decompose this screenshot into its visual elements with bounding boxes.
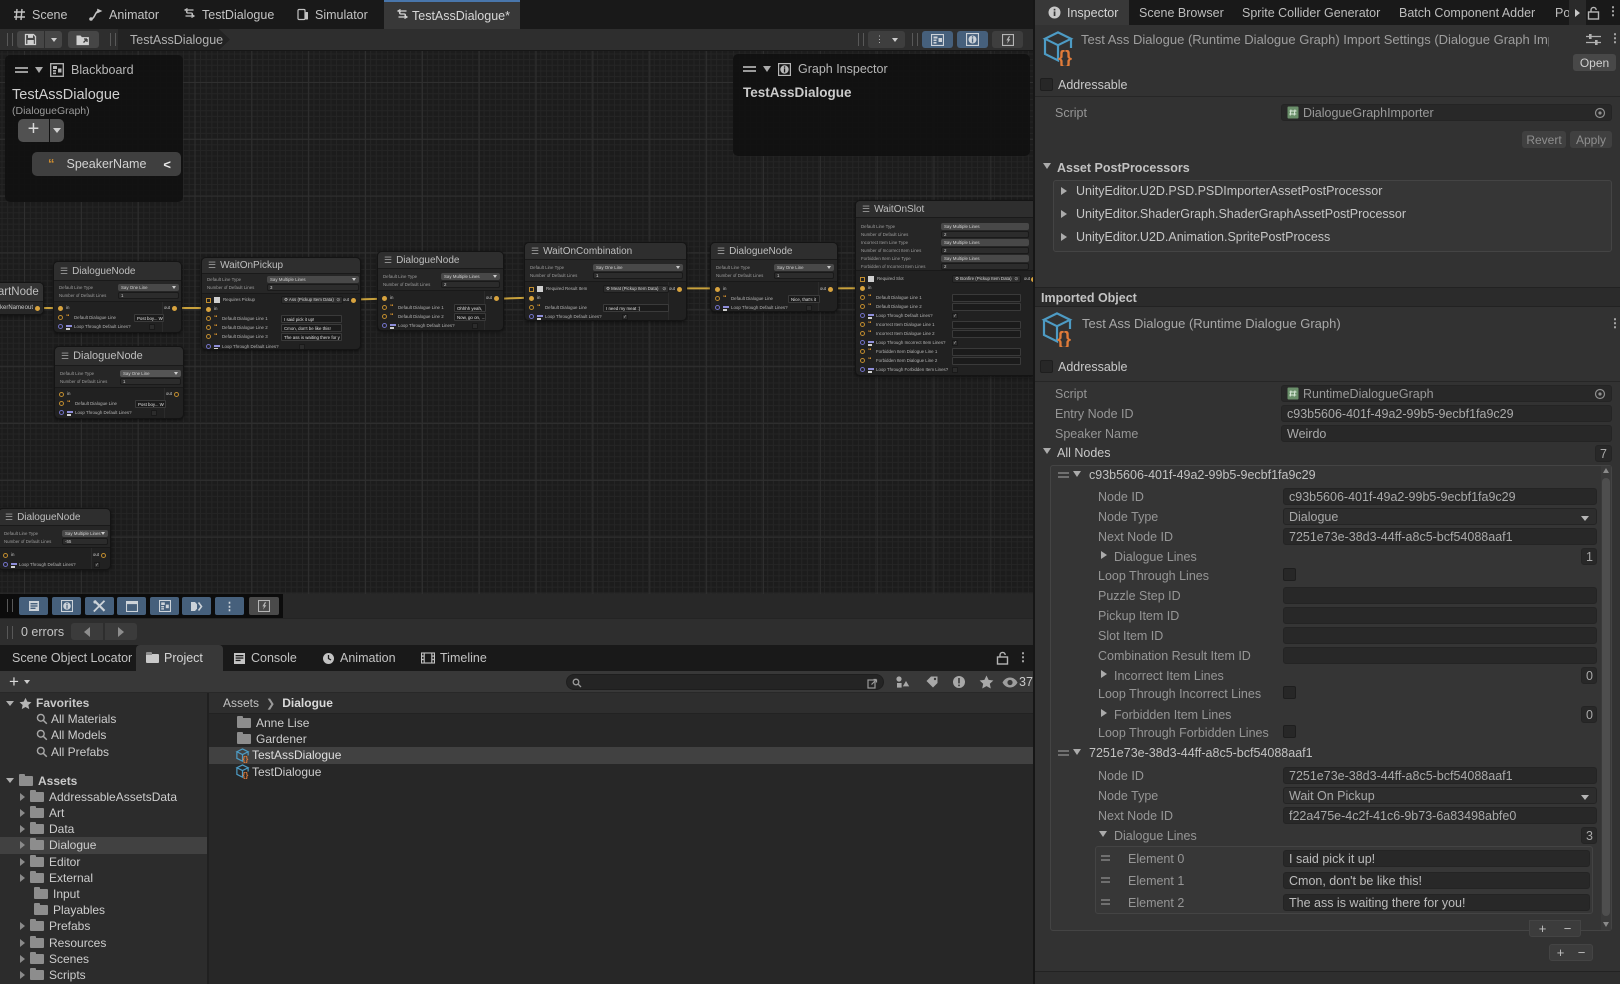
svg-text:{}: {} bbox=[243, 755, 249, 763]
svg-text:{}: {} bbox=[1058, 48, 1072, 66]
svg-text:{}: {} bbox=[1057, 329, 1071, 347]
svg-text:{}: {} bbox=[243, 771, 249, 779]
